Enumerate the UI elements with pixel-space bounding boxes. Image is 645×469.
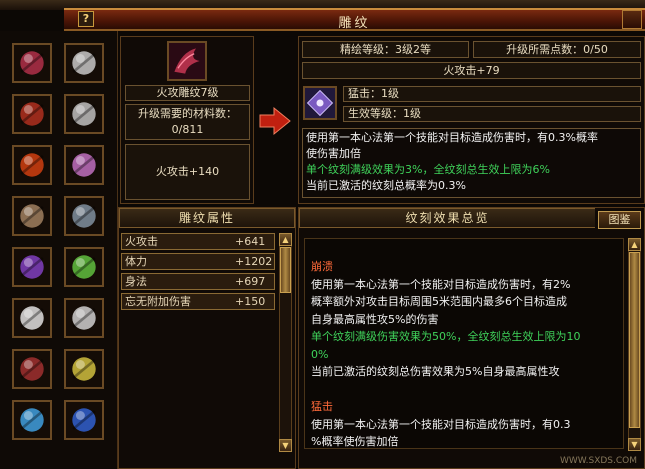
attribute-row: 忘无附加伤害 +150	[121, 293, 275, 310]
overview-line: 猛击	[311, 400, 333, 413]
attribute-row: 体力 +1202	[121, 253, 275, 270]
purple-rune-icon	[305, 88, 335, 118]
demon-mask-icon	[14, 96, 50, 132]
overview-line: 当前已激活的纹刻总伤害效果为5%自身最高属性攻	[311, 365, 560, 378]
red-beast-claw-icon	[169, 43, 205, 79]
description-line: 使伤害加倍	[306, 147, 361, 160]
codex-button[interactable]: 图鉴	[598, 211, 641, 229]
skill-name: 猛击：1级	[343, 86, 641, 102]
equipment-slot[interactable]	[12, 349, 52, 389]
attribute-name: 火攻击	[125, 235, 158, 248]
description-lines: 使用第一本心法第一个技能对目标造成伤害时，有0.3%概率 使伤害加倍单个纹刻满级效…	[306, 130, 637, 194]
silver-ring-icon	[66, 96, 102, 132]
skill-slot[interactable]	[303, 86, 337, 120]
overview-scroll-up-button[interactable]: ▲	[628, 238, 641, 251]
equipment-slot[interactable]	[12, 298, 52, 338]
scroll-down-button[interactable]: ▼	[279, 439, 292, 452]
equipment-slot[interactable]	[64, 349, 104, 389]
material-box: 升级需要的材料数： 0/811	[125, 104, 250, 140]
scroll-up-button[interactable]: ▲	[279, 233, 292, 246]
selected-item-slot[interactable]	[167, 41, 207, 81]
attribute-value: +1202	[235, 255, 273, 268]
green-amulet-icon	[66, 249, 102, 285]
overview-line	[311, 381, 619, 399]
equipment-slot[interactable]	[64, 43, 104, 83]
overview-line: 使用第一本心法第一个技能对目标造成伤害时，有2%	[311, 277, 571, 291]
scroll-icon	[14, 147, 50, 183]
attribute-row: 火攻击 +641	[121, 233, 275, 250]
gauntlet-icon	[14, 351, 50, 387]
material-value: 0/811	[171, 123, 204, 136]
skill-description: 使用第一本心法第一个技能对目标造成伤害时，有0.3%概率 使伤害加倍单个纹刻满级效…	[302, 128, 641, 198]
help-button[interactable]: ?	[78, 11, 94, 27]
attribute-name: 忘无附加伤害	[125, 295, 191, 308]
equipment-slot[interactable]	[64, 94, 104, 134]
attribute-row: 身法 +697	[121, 273, 275, 290]
overview-header: 纹刻效果总览	[299, 208, 595, 228]
attribute-value: +641	[235, 235, 266, 248]
silver-ring-icon	[66, 45, 102, 81]
equipment-slot[interactable]	[64, 400, 104, 440]
overview-line: 崩溃	[311, 260, 333, 273]
attribute-name: 体力	[125, 255, 147, 268]
effect-level: 生效等级：1级	[343, 106, 641, 122]
equipment-slot[interactable]	[64, 247, 104, 287]
overview-line: %概率使伤害加倍	[311, 435, 399, 448]
equipment-slot[interactable]	[12, 43, 52, 83]
equipment-slot[interactable]	[12, 400, 52, 440]
equipment-slot[interactable]	[12, 94, 52, 134]
description-line: 单个纹刻满级效果为3%，全纹刻总生效上限为6%	[306, 163, 550, 176]
overview-line: 自身最高属性攻5%的伤害	[311, 312, 439, 326]
watermark: WWW.SXDS.COM	[559, 456, 637, 466]
boots-icon	[66, 198, 102, 234]
red-beast-claw-icon	[14, 45, 50, 81]
overview-line: 概率额外对攻击目标周围5米范围内最多6个目标造成	[311, 295, 567, 308]
overview-scroll-down-button[interactable]: ▼	[628, 438, 641, 451]
equipment-slot[interactable]	[64, 196, 104, 236]
refine-level: 精绘等级：3级2等	[302, 41, 469, 58]
blue-talisman-icon	[66, 402, 102, 438]
attribute-name: 身法	[125, 275, 147, 288]
sword-icon	[14, 402, 50, 438]
upgrade-points: 升级所需点数：0/50	[473, 41, 641, 58]
description-line: 当前已激活的纹刻总概率为0.3%	[306, 179, 466, 192]
attribute-value: +150	[235, 295, 266, 308]
description-line: 使用第一本心法第一个技能对目标造成伤害时，有0.3%概率	[306, 131, 598, 144]
overview-scroll-thumb[interactable]	[629, 252, 640, 428]
belt-icon	[14, 198, 50, 234]
attribute-value: +697	[235, 275, 266, 288]
upgrade-stat: 火攻击+79	[302, 62, 641, 79]
bracer-icon	[66, 147, 102, 183]
close-button[interactable]	[622, 10, 642, 29]
attributes-header: 雕纹属性	[119, 208, 295, 228]
overview-text-area: 崩溃使用第一本心法第一个技能对目标造成伤害时，有2% 概率额外对攻击目标周围5米范…	[304, 238, 624, 449]
overview-line: 单个纹刻满级伤害效果为50%，全纹刻总生效上限为10	[311, 330, 581, 343]
equipment-slot[interactable]	[12, 145, 52, 185]
material-label: 升级需要的材料数：	[138, 107, 237, 120]
purple-necklace-icon	[14, 249, 50, 285]
equipment-slot[interactable]	[12, 196, 52, 236]
overview-line: 0%	[311, 347, 329, 361]
overview-line: 使用第一本心法第一个技能对目标造成伤害时，有0.3	[311, 417, 571, 431]
equipment-slot[interactable]	[64, 145, 104, 185]
item-name: 火攻雕纹7级	[125, 85, 250, 101]
upgrade-arrow-icon	[259, 106, 291, 136]
equipment-slot[interactable]	[12, 247, 52, 287]
equipment-slot[interactable]	[64, 298, 104, 338]
item-bonus: 火攻击+140	[125, 144, 250, 200]
attribute-list: 火攻击 +641 体力 +1202 身法 +697 忘无附加伤害 +150	[121, 233, 275, 313]
pendant-icon	[66, 351, 102, 387]
window-title: 雕纹	[338, 16, 371, 31]
title-bar: 雕纹	[64, 8, 645, 31]
overview-lines: 崩溃使用第一本心法第一个技能对目标造成伤害时，有2% 概率额外对攻击目标周围5米范…	[311, 258, 619, 448]
scroll-thumb[interactable]	[280, 247, 291, 293]
bone-charm-icon	[14, 300, 50, 336]
bone-charm-icon	[66, 300, 102, 336]
